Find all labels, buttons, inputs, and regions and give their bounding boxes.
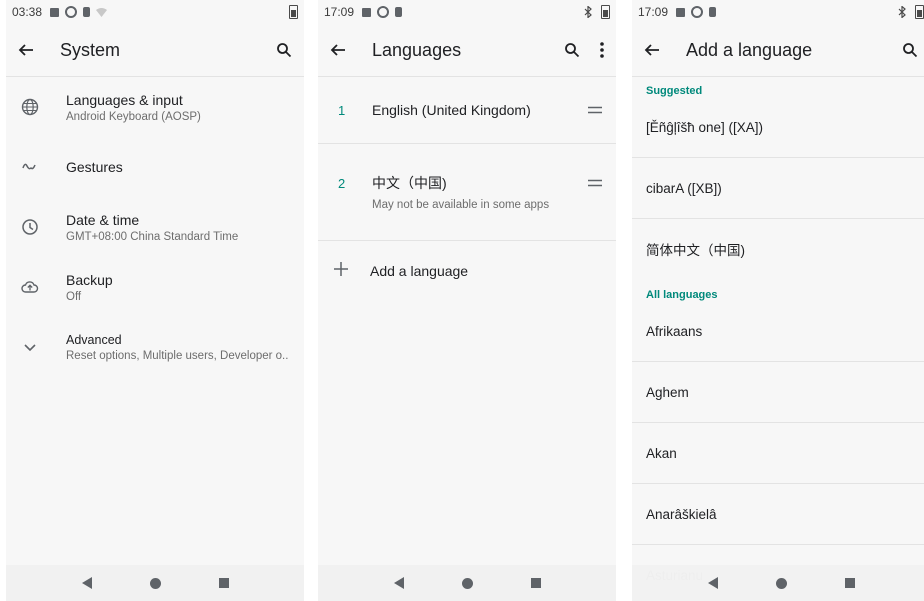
drag-handle-icon[interactable] [588,101,602,119]
sd-card-icon [709,7,717,17]
search-icon[interactable] [902,42,918,58]
language-option[interactable]: Anarâškielâ [632,484,924,545]
all-languages-header: All languages [646,289,718,301]
nav-back-icon[interactable] [81,577,92,589]
suggested-header: Suggested [646,85,703,97]
back-arrow-icon[interactable] [644,42,660,58]
nav-back-icon[interactable] [393,577,404,589]
page-title: Languages [372,39,462,60]
sd-card-icon [395,7,403,17]
language-option[interactable]: Afrikaans [632,301,924,362]
add-language-button[interactable]: Add a language [318,241,616,301]
search-icon[interactable] [276,42,292,58]
back-arrow-icon[interactable] [18,42,34,58]
status-time: 17:09 [638,5,669,19]
page-title: System [60,39,121,60]
nav-home-icon[interactable] [775,577,787,589]
navigation-bar [6,565,304,601]
languages-screen: 17:09 Languages 1 English (United Kingdo… [318,0,616,601]
navigation-bar [632,565,924,601]
page-title: Add a language [686,39,813,60]
item-subtitle: Android Keyboard (AOSP) [66,110,201,123]
more-options-icon[interactable] [600,42,604,58]
gestures-item[interactable]: Gestures [6,137,304,197]
language-item[interactable]: 2 中文（中国) May not be available in some ap… [318,144,616,240]
navigation-bar [318,565,616,601]
language-item[interactable]: 1 English (United Kingdom) [318,77,616,143]
gesture-icon [18,155,42,179]
plus-icon [334,261,348,281]
battery-icon [601,5,610,19]
image-notification-icon [362,7,372,17]
item-title: Backup [66,271,113,288]
status-time: 03:38 [12,5,43,19]
back-arrow-icon[interactable] [330,42,346,58]
cloud-upload-icon [18,275,42,299]
sd-card-icon [83,7,91,17]
image-notification-icon [676,7,686,17]
advanced-item[interactable]: Advanced Reset options, Multiple users, … [6,317,304,377]
nav-recents-icon[interactable] [844,578,855,588]
chevron-down-icon [18,335,42,359]
status-bar: 17:09 [318,0,616,24]
language-order-number: 1 [338,102,346,118]
bluetooth-icon [584,6,592,18]
battery-icon [915,5,924,19]
status-bar: 17:09 [632,0,924,24]
sync-notification-icon [691,6,704,18]
add-language-label: Add a language [370,263,469,279]
system-screen: 03:38 System Languages & input Android K… [6,0,304,601]
suggested-language-item[interactable]: [Ěñĝļîšħ one] ([XA]) [632,97,924,158]
nav-back-icon[interactable] [707,577,718,589]
item-title: Date & time [66,211,140,228]
item-title: Gestures [66,159,123,175]
search-icon[interactable] [564,42,580,58]
language-name: 中文（中国) [372,175,447,191]
languages-input-item[interactable]: Languages & input Android Keyboard (AOSP… [6,77,304,137]
bluetooth-icon [898,6,906,18]
suggested-language-item[interactable]: 简体中文（中国) [632,219,924,279]
suggested-language-item[interactable]: cibarA ([XB]) [632,158,924,219]
item-title: Languages & input [66,91,183,108]
image-notification-icon [50,7,60,17]
language-name: English (United Kingdom) [372,102,531,118]
battery-icon [289,5,298,19]
date-time-item[interactable]: Date & time GMT+08:00 China Standard Tim… [6,197,304,257]
sync-notification-icon [65,6,78,18]
item-subtitle: Reset options, Multiple users, Developer… [66,349,289,362]
language-note: May not be available in some apps [372,199,550,211]
wifi-icon [96,8,108,17]
app-bar: System [6,24,304,76]
item-subtitle: Off [66,290,82,303]
language-option[interactable]: Akan [632,423,924,484]
nav-recents-icon[interactable] [530,578,541,588]
globe-icon [18,95,42,119]
drag-handle-icon[interactable] [588,174,602,192]
nav-home-icon[interactable] [461,577,473,589]
nav-home-icon[interactable] [149,577,161,589]
nav-recents-icon[interactable] [218,578,229,588]
backup-item[interactable]: Backup Off [6,257,304,317]
app-bar: Languages [318,24,616,76]
clock-icon [18,215,42,239]
sync-notification-icon [377,6,390,18]
app-bar: Add a language [632,24,924,76]
item-title: Advanced [66,332,122,347]
add-language-screen: 17:09 Add a language Suggested [Ěñĝļîšħ … [632,0,924,601]
language-order-number: 2 [338,175,346,191]
status-bar: 03:38 [6,0,304,24]
item-subtitle: GMT+08:00 China Standard Time [66,230,239,243]
language-option[interactable]: Aghem [632,362,924,423]
status-time: 17:09 [324,5,355,19]
